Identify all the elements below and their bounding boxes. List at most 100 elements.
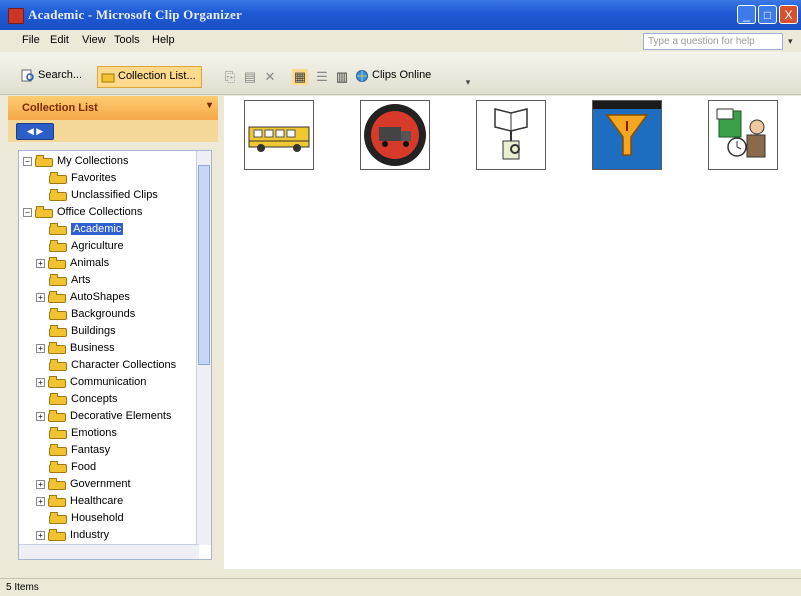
menu-view[interactable]: View xyxy=(82,34,106,46)
folder-icon xyxy=(49,172,67,185)
expand-icon[interactable]: + xyxy=(36,377,45,387)
tree-node-favorites[interactable]: Favorites xyxy=(49,170,116,187)
list-view-icon[interactable]: ☰ xyxy=(314,69,330,85)
tree-node-government[interactable]: + Government xyxy=(36,476,131,493)
task-pane-title: Collection List xyxy=(22,102,98,114)
tree-node-animals[interactable]: + Animals xyxy=(36,255,109,272)
search-label: Search... xyxy=(38,69,83,81)
help-search-input[interactable]: Type a question for help xyxy=(643,33,783,50)
tree-node-fantasy[interactable]: Fantasy xyxy=(49,442,110,459)
expand-icon[interactable]: + xyxy=(36,292,45,302)
folder-icon xyxy=(49,223,67,236)
clip-funnel[interactable] xyxy=(592,100,662,170)
tree-node-buildings[interactable]: Buildings xyxy=(49,323,116,340)
delete-icon[interactable]: ✕ xyxy=(262,69,278,85)
tree-node-concepts[interactable]: Concepts xyxy=(49,391,117,408)
folder-icon xyxy=(49,189,67,202)
tree-node-agriculture[interactable]: Agriculture xyxy=(49,238,124,255)
tree-node-character-collections[interactable]: Character Collections xyxy=(49,357,176,374)
tree-node-household[interactable]: Household xyxy=(49,510,124,527)
tree-node-unclassified-clips[interactable]: Unclassified Clips xyxy=(49,187,158,204)
tree-horizontal-scrollbar[interactable] xyxy=(19,544,199,559)
folder-icon xyxy=(48,342,66,355)
paste-icon[interactable]: ▤ xyxy=(242,69,258,85)
tree-vertical-scrollbar[interactable] xyxy=(196,151,211,545)
folder-icon xyxy=(49,393,67,406)
menu-edit[interactable]: Edit xyxy=(50,34,69,46)
truck-icon xyxy=(364,104,426,166)
tree-node-office-collections[interactable]: − Office Collections xyxy=(23,204,142,221)
search-button[interactable]: Search... xyxy=(18,66,87,88)
tree-node-communication[interactable]: + Communication xyxy=(36,374,146,391)
collection-tree: − My Collections Favorites Unclassified C… xyxy=(18,150,212,560)
tree-node-business[interactable]: + Business xyxy=(36,340,115,357)
close-button[interactable]: X xyxy=(779,5,798,24)
tree-node-healthcare[interactable]: + Healthcare xyxy=(36,493,123,510)
folder-icon xyxy=(48,376,66,389)
collapse-icon[interactable]: − xyxy=(23,207,32,217)
clip-truck[interactable] xyxy=(360,100,430,170)
expand-icon[interactable]: + xyxy=(36,343,45,353)
tree-node-my-collections[interactable]: − My Collections xyxy=(23,153,129,170)
pane-menu-chevron-icon[interactable]: ▾ xyxy=(207,100,212,111)
clip-gallery xyxy=(224,96,801,569)
status-item-count: 5 Items xyxy=(6,582,39,593)
clips-online-label: Clips Online xyxy=(372,69,432,81)
collection-list-label: Collection List... xyxy=(118,70,196,82)
clip-school-bus[interactable] xyxy=(244,100,314,170)
tree-node-emotions[interactable]: Emotions xyxy=(49,425,117,442)
tree-node-autoshapes[interactable]: + AutoShapes xyxy=(36,289,130,306)
folder-icon xyxy=(35,206,53,219)
folder-icon xyxy=(49,461,67,474)
clip-book-stethoscope[interactable] xyxy=(476,100,546,170)
folder-icon xyxy=(48,529,66,542)
maximize-button[interactable]: □ xyxy=(758,5,777,24)
folder-icon xyxy=(49,512,67,525)
minimize-button[interactable]: _ xyxy=(737,5,756,24)
expand-icon[interactable]: + xyxy=(36,496,45,506)
folder-icon xyxy=(48,495,66,508)
app-icon[interactable] xyxy=(8,8,24,24)
expand-icon[interactable]: + xyxy=(36,258,45,268)
tree-node-arts[interactable]: Arts xyxy=(49,272,91,289)
toolbar: Search... Collection List... ⎘ ▤ ✕ ▦ ☰ ▥… xyxy=(0,52,801,95)
menu-tools[interactable]: Tools xyxy=(114,34,140,46)
collection-list-button[interactable]: Collection List... xyxy=(97,66,202,88)
pane-navigation: ◀ ▶ xyxy=(8,120,218,142)
funnel-icon xyxy=(593,101,661,169)
folder-icon xyxy=(48,478,66,491)
menu-help[interactable]: Help xyxy=(152,34,175,46)
expand-icon[interactable]: + xyxy=(36,411,45,421)
window-title: Academic - Microsoft Clip Organizer xyxy=(28,7,242,22)
menu-file[interactable]: File xyxy=(22,34,40,46)
folder-icon xyxy=(49,427,67,440)
status-bar: 5 Items xyxy=(0,578,801,596)
globe-icon xyxy=(356,70,368,82)
folder-icon xyxy=(101,73,115,83)
tree-node-decorative-elements[interactable]: + Decorative Elements xyxy=(36,408,172,425)
chevron-down-icon[interactable]: ▾ xyxy=(788,36,793,47)
thumbnails-view-icon[interactable]: ▦ xyxy=(292,69,308,85)
tree-node-academic[interactable]: Academic xyxy=(49,221,124,238)
scrollbar-thumb[interactable] xyxy=(198,165,210,365)
clip-person-clock[interactable] xyxy=(708,100,778,170)
toolbar-options-icon[interactable]: ▾ xyxy=(460,74,476,90)
folder-icon xyxy=(49,308,67,321)
folder-icon xyxy=(35,155,53,168)
clips-online-button[interactable]: Clips Online xyxy=(352,66,436,88)
task-pane-header: Collection List ▾ xyxy=(8,96,218,120)
folder-icon xyxy=(49,325,67,338)
folder-icon xyxy=(49,444,67,457)
expand-icon[interactable]: + xyxy=(36,530,45,540)
collapse-icon[interactable]: − xyxy=(23,156,32,166)
school-bus-icon xyxy=(248,126,310,152)
tree-node-industry[interactable]: + Industry xyxy=(36,527,109,544)
copy-icon[interactable]: ⎘ xyxy=(222,69,238,85)
pane-back-button[interactable]: ◀ ▶ xyxy=(16,123,54,140)
expand-icon[interactable]: + xyxy=(36,479,45,489)
tree-node-backgrounds[interactable]: Backgrounds xyxy=(49,306,135,323)
details-view-icon[interactable]: ▥ xyxy=(334,69,350,85)
person-clock-icon xyxy=(716,108,766,158)
tree-node-food[interactable]: Food xyxy=(49,459,96,476)
search-icon xyxy=(21,69,34,82)
